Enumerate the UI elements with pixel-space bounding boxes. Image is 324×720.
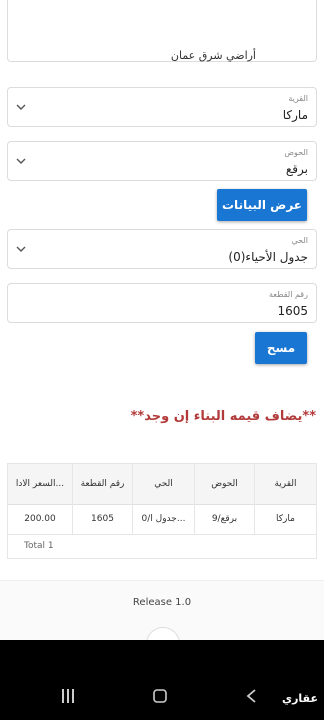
android-nav-bar: عقاري (0, 640, 324, 720)
plot-number-field[interactable]: رقم القطعة 1605 (7, 283, 317, 323)
clear-button[interactable]: مسح (255, 332, 307, 364)
cell-village: ماركا (254, 504, 316, 534)
table-row[interactable]: ماركا 9/برقع 0/جدول ا... 1605 200.00 (8, 504, 316, 535)
chevron-down-icon (16, 104, 26, 110)
cell-price: 200.00 (24, 514, 56, 524)
chevron-down-icon (16, 246, 26, 252)
neighborhood-label: الحي (291, 236, 309, 245)
screen: أراضي شرق عمان القرية ماركا الحوض برقع ع… (0, 0, 324, 640)
table-total: Total 1 (24, 541, 54, 551)
village-value: ماركا (282, 108, 308, 122)
plot-number-value: 1605 (277, 304, 308, 318)
home-icon[interactable] (152, 688, 168, 704)
show-data-button[interactable]: عرض البيانات (217, 189, 307, 221)
header-price: السعر الادا... (15, 479, 65, 489)
header-basin: الحوض (194, 464, 254, 504)
chevron-down-icon (16, 158, 26, 164)
release-label: Release 1.0 (132, 597, 192, 608)
header-village: القرية (254, 464, 316, 504)
basin-select[interactable]: الحوض برقع (7, 141, 317, 181)
cell-neighborhood: 0/جدول ا... (132, 504, 194, 534)
basin-label: الحوض (284, 148, 308, 157)
basin-value: برقع (285, 162, 308, 176)
footer: Release 1.0 (0, 580, 324, 640)
region-value: أراضي شرق عمان (170, 49, 256, 62)
village-label: القرية (288, 94, 308, 103)
recents-icon[interactable] (60, 688, 76, 704)
neighborhood-select[interactable]: الحي جدول الأحياء(0) (7, 229, 317, 269)
neighborhood-value: جدول الأحياء(0) (228, 250, 308, 264)
cell-basin: 9/برقع (194, 504, 254, 534)
cell-plot-number: 1605 (72, 504, 132, 534)
plot-number-label: رقم القطعة (269, 290, 308, 299)
village-select[interactable]: القرية ماركا (7, 87, 317, 127)
results-table: القرية الحوض الحي رقم القطعة السعر الادا… (7, 463, 317, 559)
brand-logo: عقاري (282, 692, 318, 705)
building-value-note: **يضاف قيمه البناء إن وجد** (130, 409, 316, 424)
header-plot-number: رقم القطعة (72, 464, 132, 504)
back-icon[interactable] (244, 688, 260, 704)
scroll-fab-outline (146, 627, 180, 640)
table-header: القرية الحوض الحي رقم القطعة السعر الادا… (8, 464, 316, 505)
header-neighborhood: الحي (132, 464, 194, 504)
region-field[interactable]: أراضي شرق عمان (7, 0, 317, 62)
